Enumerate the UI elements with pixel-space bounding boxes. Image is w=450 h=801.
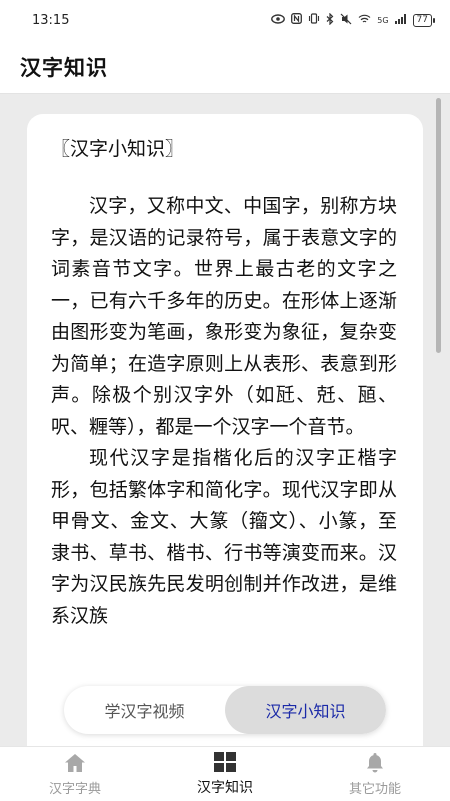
status-bar: 13:15 5G 77: [0, 0, 450, 40]
tab-learn-video[interactable]: 学汉字视频: [64, 686, 225, 734]
nav-item-knowledge[interactable]: 汉字知识: [150, 747, 300, 801]
knowledge-card: 〖汉字小知识〗 汉字，又称中文、中国字，别称方块字，是汉语的记录符号，属于表意文…: [27, 114, 423, 746]
battery-icon: 77: [412, 13, 436, 27]
home-icon: [63, 752, 87, 774]
mute-icon: [340, 13, 352, 28]
nav-item-other[interactable]: 其它功能: [300, 747, 450, 801]
tab-knowledge[interactable]: 汉字小知识: [225, 686, 386, 734]
status-icons: 5G 77: [271, 12, 436, 28]
nav-label-dictionary: 汉字字典: [48, 781, 101, 797]
nav-label-other: 其它功能: [348, 781, 401, 797]
paragraph-2: 现代汉字是指楷化后的汉字正楷字形，包括繁体字和简化字。现代汉字即从甲骨文、金文、…: [51, 447, 397, 627]
network-type: 5G: [377, 15, 389, 25]
bottom-nav: 汉字字典 汉字知识 其它功能: [0, 746, 450, 801]
signal-icon: [394, 13, 407, 27]
card-heading: 〖汉字小知识〗: [51, 138, 185, 160]
segmented-control: 学汉字视频 汉字小知识: [64, 686, 386, 734]
nfc-icon: [291, 13, 303, 27]
app-bar: 汉字知识: [0, 40, 450, 94]
tab-knowledge-label: 汉字小知识: [265, 702, 346, 721]
bluetooth-icon: [326, 12, 334, 28]
status-time: 13:15: [32, 12, 70, 28]
content-area[interactable]: 〖汉字小知识〗 汉字，又称中文、中国字，别称方块字，是汉语的记录符号，属于表意文…: [0, 94, 450, 746]
bell-icon: [363, 752, 387, 774]
paragraph-1: 汉字，又称中文、中国字，别称方块字，是汉语的记录符号，属于表意文字的词素音节文字…: [51, 195, 397, 438]
nav-label-knowledge: 汉字知识: [197, 780, 253, 796]
tab-learn-video-label: 学汉字视频: [104, 702, 185, 721]
grid-icon: [213, 751, 237, 773]
page-title: 汉字知识: [20, 55, 108, 80]
wifi-icon: [358, 14, 371, 27]
nav-item-dictionary[interactable]: 汉字字典: [0, 747, 150, 801]
scrollbar[interactable]: [436, 98, 441, 353]
vibrate-icon: [308, 13, 320, 27]
battery-level: 77: [416, 14, 428, 25]
eye-icon: [271, 13, 286, 27]
